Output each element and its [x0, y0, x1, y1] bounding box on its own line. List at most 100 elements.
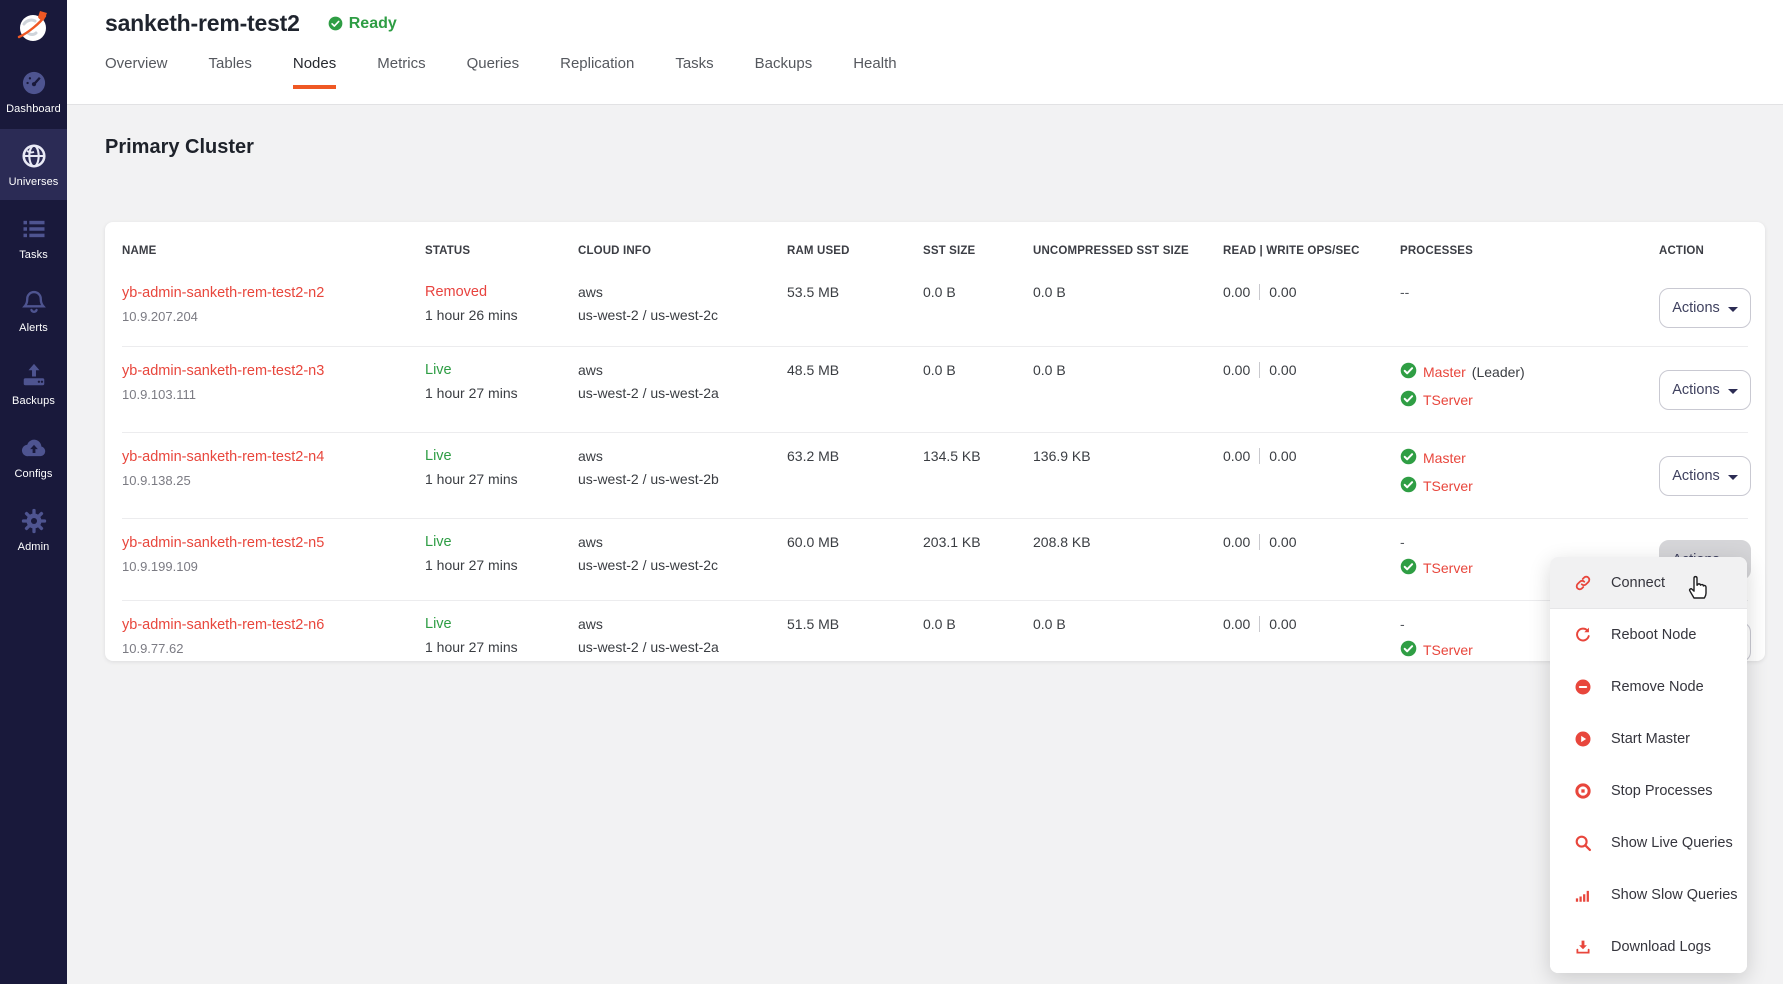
cell-ram-used: 51.5 MB: [787, 616, 923, 632]
process-link[interactable]: TServer: [1423, 478, 1473, 494]
sidebar-item-tasks[interactable]: Tasks: [0, 202, 67, 273]
node-provider: aws: [578, 534, 787, 550]
actions-button[interactable]: Actions: [1659, 370, 1751, 410]
node-name-link[interactable]: yb-admin-sanketh-rem-test2-n6: [122, 617, 324, 633]
node-name-link[interactable]: yb-admin-sanketh-rem-test2-n5: [122, 535, 324, 551]
link-icon: [1574, 574, 1592, 592]
process-link[interactable]: TServer: [1423, 560, 1473, 576]
column-header-read-write-ops-sec: READ | WRITE OPS/SEC: [1223, 245, 1400, 257]
cell-uncompressed-sst-size: 208.8 KB: [1033, 534, 1223, 550]
process-link[interactable]: TServer: [1423, 392, 1473, 408]
cell-sst-size: 134.5 KB: [923, 448, 1033, 464]
cell-processes: Master TServer: [1400, 448, 1659, 504]
universe-header: sanketh-rem-test2 Ready Overview Tables No…: [67, 0, 1783, 105]
column-header-processes: PROCESSES: [1400, 245, 1659, 257]
process-link[interactable]: Master: [1423, 364, 1466, 380]
menu-item-label: Remove Node: [1611, 679, 1704, 695]
process-line: Master: [1400, 448, 1659, 468]
tab-tables[interactable]: Tables: [209, 55, 252, 89]
tab-overview[interactable]: Overview: [105, 55, 168, 89]
yugabyte-logo-icon[interactable]: [0, 0, 67, 54]
table-row: yb-admin-sanketh-rem-test2-n4 10.9.138.2…: [122, 432, 1748, 518]
check-circle-icon: [1400, 448, 1417, 468]
ops-separator: [1259, 362, 1260, 378]
ops-separator: [1259, 448, 1260, 464]
node-status: Live: [425, 534, 578, 550]
column-header-ram-used: RAM USED: [787, 245, 923, 257]
menu-item-label: Start Master: [1611, 731, 1690, 747]
menu-item-show-slow-queries[interactable]: Show Slow Queries: [1550, 869, 1747, 921]
sidebar-item-label: Universes: [9, 176, 59, 188]
actions-button[interactable]: Actions: [1659, 456, 1751, 496]
alerts-bell-icon: [20, 288, 48, 316]
cell-name: yb-admin-sanketh-rem-test2-n2 10.9.207.2…: [122, 284, 425, 324]
minus-circle-icon: [1574, 678, 1592, 696]
tab-bar: Overview Tables Nodes Metrics Queries Replica…: [105, 55, 1783, 89]
cell-action: Actions: [1659, 456, 1756, 496]
menu-item-connect[interactable]: Connect: [1550, 557, 1747, 609]
cell-action: Actions: [1659, 370, 1756, 410]
menu-item-download-logs[interactable]: Download Logs: [1550, 921, 1747, 973]
tab-metrics[interactable]: Metrics: [377, 55, 425, 89]
cell-ram-used: 63.2 MB: [787, 448, 923, 464]
status-badge: Ready: [328, 15, 397, 33]
menu-item-start-master[interactable]: Start Master: [1550, 713, 1747, 765]
cell-name: yb-admin-sanketh-rem-test2-n3 10.9.103.1…: [122, 362, 425, 402]
table-row: yb-admin-sanketh-rem-test2-n2 10.9.207.2…: [122, 269, 1748, 346]
sidebar-item-alerts[interactable]: Alerts: [0, 275, 67, 346]
menu-item-stop-processes[interactable]: Stop Processes: [1550, 765, 1747, 817]
sidebar-item-admin[interactable]: Admin: [0, 494, 67, 565]
node-name-link[interactable]: yb-admin-sanketh-rem-test2-n3: [122, 363, 324, 379]
write-ops-value: 0.00: [1269, 616, 1296, 632]
sidebar-item-configs[interactable]: Configs: [0, 421, 67, 492]
cell-status: Live 1 hour 27 mins: [425, 448, 578, 487]
tab-replication[interactable]: Replication: [560, 55, 634, 89]
node-ip: 10.9.138.25: [122, 473, 425, 488]
chevron-down-icon: [1728, 389, 1738, 394]
actions-button[interactable]: Actions: [1659, 288, 1751, 328]
sidebar-item-dashboard[interactable]: Dashboard: [0, 56, 67, 127]
node-name-link[interactable]: yb-admin-sanketh-rem-test2-n4: [122, 449, 324, 465]
menu-item-label: Reboot Node: [1611, 627, 1696, 643]
cell-name: yb-admin-sanketh-rem-test2-n6 10.9.77.62: [122, 616, 425, 656]
node-name-link[interactable]: yb-admin-sanketh-rem-test2-n2: [122, 285, 324, 301]
check-circle-icon: [1400, 390, 1417, 410]
cell-uncompressed-sst-size: 0.0 B: [1033, 362, 1223, 378]
node-uptime: 1 hour 27 mins: [425, 471, 578, 487]
table-row: yb-admin-sanketh-rem-test2-n6 10.9.77.62…: [122, 600, 1748, 682]
tab-nodes[interactable]: Nodes: [293, 55, 336, 89]
read-ops-value: 0.00: [1223, 284, 1250, 300]
table-body: yb-admin-sanketh-rem-test2-n2 10.9.207.2…: [122, 269, 1748, 682]
cell-cloud-info: aws us-west-2 / us-west-2a: [578, 616, 787, 655]
process-link[interactable]: Master: [1423, 450, 1466, 466]
menu-item-remove-node[interactable]: Remove Node: [1550, 661, 1747, 713]
tab-tasks[interactable]: Tasks: [675, 55, 713, 89]
node-uptime: 1 hour 27 mins: [425, 639, 578, 655]
chevron-down-icon: [1728, 475, 1738, 480]
process-link[interactable]: TServer: [1423, 642, 1473, 658]
check-circle-icon: [1400, 640, 1417, 660]
menu-item-show-live-queries[interactable]: Show Live Queries: [1550, 817, 1747, 869]
read-ops-value: 0.00: [1223, 534, 1250, 550]
download-icon: [1574, 938, 1592, 956]
sidebar-item-backups[interactable]: Backups: [0, 348, 67, 419]
read-ops-value: 0.00: [1223, 616, 1250, 632]
write-ops-value: 0.00: [1269, 448, 1296, 464]
actions-button-label: Actions: [1672, 382, 1720, 398]
reboot-icon: [1574, 626, 1592, 644]
cell-action: Actions: [1659, 288, 1756, 328]
sidebar-item-label: Dashboard: [6, 103, 61, 115]
node-ip: 10.9.103.111: [122, 387, 425, 402]
check-circle-icon: [1400, 558, 1417, 578]
admin-gear-icon: [20, 507, 48, 535]
tab-queries[interactable]: Queries: [467, 55, 520, 89]
cell-cloud-info: aws us-west-2 / us-west-2a: [578, 362, 787, 401]
tab-backups[interactable]: Backups: [755, 55, 813, 89]
tab-health[interactable]: Health: [853, 55, 896, 89]
page-title: sanketh-rem-test2: [105, 10, 300, 37]
check-circle-icon: [1400, 476, 1417, 496]
read-ops-value: 0.00: [1223, 362, 1250, 378]
sidebar-item-universes[interactable]: Universes: [0, 129, 67, 200]
menu-item-label: Download Logs: [1611, 939, 1711, 955]
menu-item-reboot-node[interactable]: Reboot Node: [1550, 609, 1747, 661]
